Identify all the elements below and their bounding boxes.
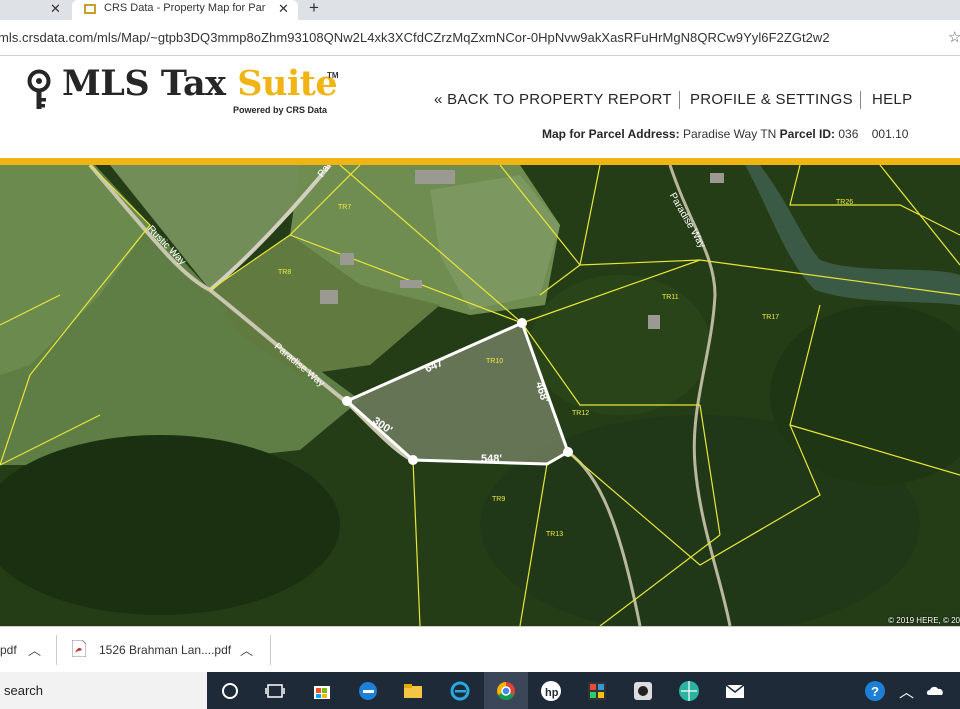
chevron-up-icon[interactable]: ︿ — [240, 640, 253, 659]
parcel-info: Map for Parcel Address: Paradise Way TN … — [542, 127, 908, 141]
logo-wordmark[interactable]: MLS Tax Suite — [62, 63, 338, 104]
satellite-map[interactable]: 647' 468' 300' 548' Rustic Way Paradise … — [0, 165, 960, 626]
download-filename: pdf — [0, 643, 17, 657]
bookmark-star-icon[interactable]: ☆ — [948, 28, 960, 46]
logo-suite-text: Suite — [237, 63, 338, 104]
parcel-id: 036 — [838, 127, 859, 141]
pdf-file-icon — [72, 640, 86, 657]
parcel-address-label: Map for Parcel Address: — [542, 127, 680, 141]
map-canvas[interactable]: 647' 468' 300' 548' Rustic Way Paradise … — [0, 165, 960, 626]
tract-label: TR12 — [572, 410, 589, 417]
edge-icon[interactable] — [355, 678, 381, 704]
close-tab-icon[interactable]: ✕ — [278, 1, 289, 17]
downloads-bar: pdf ︿ 1526 Brahman Lan....pdf ︿ — [0, 626, 960, 672]
mail-icon[interactable] — [722, 678, 748, 704]
download-divider — [270, 635, 271, 665]
site-header: MLS Tax Suite TM Powered by CRS Data « B… — [0, 57, 960, 158]
tract-label: TR17 — [762, 314, 779, 321]
logo-trademark: TM — [327, 71, 339, 80]
close-tab-icon[interactable]: ✕ — [50, 1, 61, 17]
windows-taskbar: search hp ? ︿ — [0, 672, 960, 709]
parcel-id-suffix: 001.10 — [871, 127, 909, 141]
logo-main-text: MLS Tax — [62, 63, 238, 104]
chevron-up-icon[interactable]: ︿ — [28, 640, 41, 659]
taskbar-search-box[interactable]: search — [0, 672, 207, 709]
parcel-id-label: Parcel ID: — [779, 127, 836, 141]
search-placeholder: search — [4, 683, 44, 698]
download-item[interactable]: pdf ︿ — [0, 627, 55, 673]
tract-label: TR11 — [662, 294, 679, 301]
key-logo-icon — [27, 69, 51, 109]
header-accent-bar — [0, 158, 960, 165]
download-divider — [56, 635, 57, 665]
tab-active[interactable]: CRS Data - Property Map for Par ✕ — [72, 0, 298, 20]
help-link[interactable]: HELP — [872, 91, 912, 108]
nav-divider — [860, 91, 861, 109]
parcel-address: Paradise Way TN — [682, 127, 777, 141]
logo-powered-by: Powered by CRS Data — [233, 105, 328, 115]
dimension-label: 548' — [481, 453, 502, 465]
tab-title: CRS Data - Property Map for Par — [104, 2, 266, 14]
photos-app-icon[interactable] — [584, 678, 610, 704]
nav-divider — [679, 91, 680, 109]
camera-app-icon[interactable] — [630, 678, 656, 704]
onedrive-cloud-icon[interactable] — [923, 678, 949, 704]
download-item[interactable]: 1526 Brahman Lan....pdf ︿ — [60, 627, 270, 673]
task-view-icon[interactable] — [262, 678, 288, 704]
url-text[interactable]: mls.crsdata.com/mls/Map/~gtpb3DQ3mmp8oZh… — [0, 30, 830, 45]
cortana-icon[interactable] — [217, 678, 243, 704]
svg-text:?: ? — [871, 684, 879, 699]
tract-label: TR9 — [492, 496, 505, 503]
download-filename: 1526 Brahman Lan....pdf — [99, 643, 232, 657]
back-to-property-report-link[interactable]: « BACK TO PROPERTY REPORT — [434, 91, 672, 108]
tract-label: TR26 — [836, 199, 853, 206]
internet-explorer-icon[interactable] — [447, 678, 473, 704]
new-tab-icon[interactable]: + — [309, 0, 319, 18]
crs-favicon-icon — [84, 4, 96, 14]
chevron-up-icon[interactable]: ︿ — [899, 681, 914, 702]
store-icon[interactable] — [309, 678, 335, 704]
address-bar[interactable]: mls.crsdata.com/mls/Map/~gtpb3DQ3mmp8oZh… — [0, 20, 960, 56]
browser-tab-strip: ✕ CRS Data - Property Map for Par ✕ + — [0, 0, 960, 20]
help-tray-icon[interactable]: ? — [862, 678, 888, 704]
file-explorer-icon[interactable] — [400, 678, 426, 704]
hp-icon[interactable]: hp — [538, 678, 564, 704]
tract-label: TR13 — [546, 531, 563, 538]
profile-settings-link[interactable]: PROFILE & SETTINGS — [690, 91, 853, 108]
chrome-icon[interactable] — [493, 678, 519, 704]
globe-app-icon[interactable] — [676, 678, 702, 704]
tract-label: TR7 — [338, 204, 351, 211]
map-attribution: © 2019 HERE, © 20 — [888, 616, 960, 625]
svg-text:hp: hp — [545, 687, 559, 699]
tract-label: TR8 — [278, 269, 291, 276]
tract-label: TR10 — [486, 358, 503, 365]
